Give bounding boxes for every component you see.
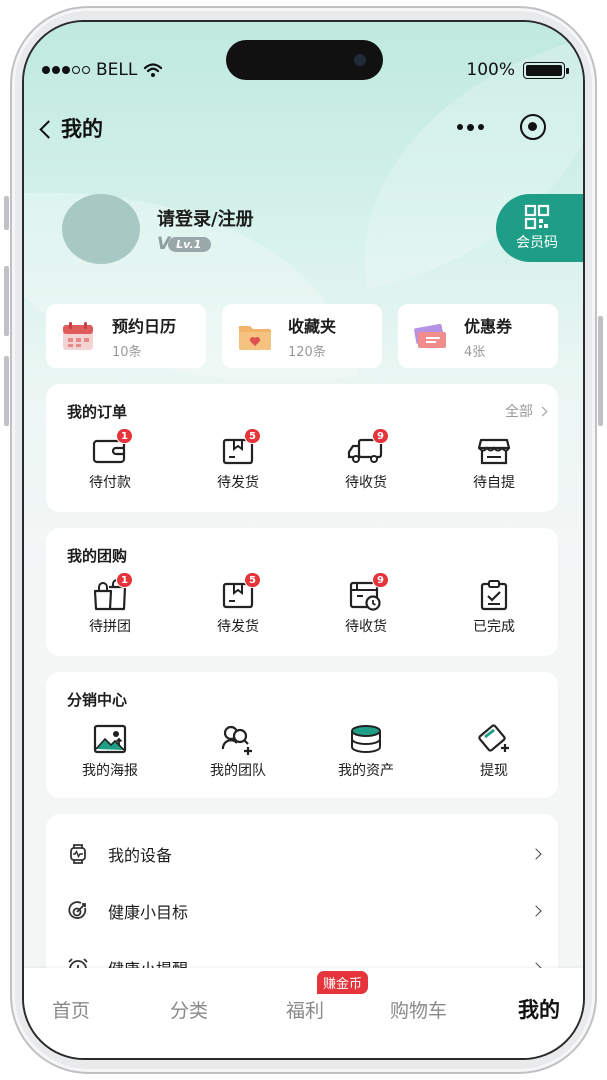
distribution-label: 我的团队 [210, 763, 266, 779]
tab-mine[interactable]: 我的 [518, 994, 560, 1024]
order-pending-payment[interactable]: 1 待付款 [46, 428, 174, 492]
level-label: Lv.1 [168, 236, 212, 252]
group-pending-shipment[interactable]: 5 待发货 [174, 572, 302, 636]
group-completed[interactable]: 已完成 [430, 578, 558, 636]
signal-dots-icon [42, 66, 90, 74]
distribution-title: 分销中心 [67, 691, 128, 709]
group-status-label: 待收货 [345, 619, 387, 635]
group-status-label: 待拼团 [89, 619, 131, 635]
withdraw[interactable]: 提现 [430, 722, 558, 780]
quick-cards: 预约日历 10条 收藏夹 120条 优惠券 4张 [46, 304, 558, 368]
earn-coins-badge: 赚金币 [317, 971, 369, 994]
count-badge: 1 [116, 428, 133, 444]
group-status-label: 已完成 [473, 619, 515, 635]
chevron-right-icon [530, 905, 542, 917]
goal-target-icon [68, 901, 87, 919]
distribution-label: 提现 [480, 763, 508, 779]
coupon-icon [414, 324, 446, 348]
poster-image-icon [93, 724, 127, 754]
tab-welfare[interactable]: 福利 [286, 996, 324, 1023]
distribution-card: 分销中心 我的海报 我的团队 我的资产 提现 [46, 672, 558, 798]
quick-card-count: 10条 [112, 344, 142, 360]
smartwatch-icon [70, 844, 86, 864]
back-chevron-icon [39, 119, 58, 139]
orders-all-label: 全部 [505, 404, 533, 420]
phone-screen: BELL 100% 我的 请登录/注册 V Lv.1 会员码 预约日历 10条 … [22, 20, 585, 1060]
quick-card-coupons[interactable]: 优惠券 4张 [398, 304, 558, 368]
quick-card-title: 收藏夹 [288, 316, 337, 336]
tab-category[interactable]: 分类 [170, 996, 208, 1023]
quick-card-title: 优惠券 [464, 316, 513, 336]
target-icon[interactable] [520, 114, 546, 140]
tab-home[interactable]: 首页 [52, 996, 90, 1023]
orders-all-link[interactable]: 全部 [505, 401, 548, 421]
menu-label: 健康小目标 [108, 903, 189, 922]
phone-silent-switch [4, 196, 9, 230]
store-icon [477, 438, 511, 465]
clipboard-check-icon [480, 580, 508, 611]
card-withdraw-icon [478, 724, 509, 752]
battery-info: 100% [466, 60, 569, 80]
group-buy-title: 我的团购 [67, 547, 128, 565]
tab-cart[interactable]: 购物车 [390, 996, 447, 1023]
order-pending-receipt[interactable]: 9 待收货 [302, 428, 430, 492]
add-member-icon [221, 725, 252, 755]
order-pickup[interactable]: 待自提 [430, 434, 558, 492]
my-assets[interactable]: 我的资产 [302, 722, 430, 780]
count-badge: 5 [244, 428, 261, 444]
quick-card-count: 120条 [288, 344, 326, 360]
count-badge: 5 [244, 572, 261, 588]
phone-volume-up [4, 266, 9, 336]
menu-my-devices[interactable]: 我的设备 [46, 826, 558, 882]
order-pending-shipment[interactable]: 5 待发货 [174, 428, 302, 492]
member-level-badge: V Lv.1 [157, 234, 212, 254]
order-status-label: 待收货 [345, 475, 387, 491]
coin-stack-icon [351, 725, 381, 753]
orders-title: 我的订单 [67, 403, 128, 421]
group-pending-receipt[interactable]: 9 待收货 [302, 572, 430, 636]
my-team[interactable]: 我的团队 [174, 722, 302, 780]
count-badge: 9 [372, 428, 389, 444]
orders-card: 我的订单 全部 1 待付款 5 待发货 9 待收货 待自提 [46, 384, 558, 512]
calendar-icon [63, 322, 93, 350]
status-bar: BELL 100% [24, 60, 583, 84]
carrier-name: BELL [96, 60, 138, 80]
quick-card-favorites[interactable]: 收藏夹 120条 [222, 304, 382, 368]
carrier-info: BELL [42, 60, 163, 80]
quick-card-title: 预约日历 [112, 316, 177, 336]
group-buy-card: 我的团购 1 待拼团 5 待发货 9 待收货 已完成 [46, 528, 558, 656]
battery-percent: 100% [466, 60, 515, 80]
menu-label: 我的设备 [108, 846, 173, 865]
quick-card-count: 4张 [464, 344, 486, 360]
folder-heart-icon [239, 326, 271, 350]
chevron-right-icon [530, 848, 542, 860]
order-status-label: 待付款 [89, 475, 131, 491]
my-poster[interactable]: 我的海报 [46, 722, 174, 780]
count-badge: 9 [372, 572, 389, 588]
count-badge: 1 [116, 572, 133, 588]
battery-icon [523, 61, 569, 79]
order-status-label: 待自提 [473, 475, 515, 491]
wifi-icon [144, 63, 163, 77]
chevron-right-icon [537, 406, 548, 416]
login-register-link[interactable]: 请登录/注册 [157, 205, 254, 231]
member-code-button[interactable]: 会员码 [496, 194, 583, 262]
member-code-label: 会员码 [516, 235, 558, 251]
distribution-label: 我的海报 [82, 763, 138, 779]
back-button[interactable]: 我的 [39, 113, 103, 143]
bottom-tab-bar: 首页 分类 福利 赚金币 购物车 我的 [24, 968, 583, 1058]
quick-card-calendar[interactable]: 预约日历 10条 [46, 304, 206, 368]
phone-volume-down [4, 356, 9, 426]
distribution-label: 我的资产 [338, 763, 394, 779]
order-status-label: 待发货 [217, 475, 259, 491]
qr-code-icon [524, 204, 550, 230]
page-title: 我的 [61, 117, 103, 141]
phone-power-button [598, 316, 603, 426]
avatar[interactable] [62, 194, 140, 264]
nav-bar: 我的 [24, 110, 583, 146]
group-status-label: 待发货 [217, 619, 259, 635]
group-pending[interactable]: 1 待拼团 [46, 572, 174, 636]
menu-health-goals[interactable]: 健康小目标 [46, 883, 558, 939]
more-dots-icon[interactable] [457, 123, 484, 131]
